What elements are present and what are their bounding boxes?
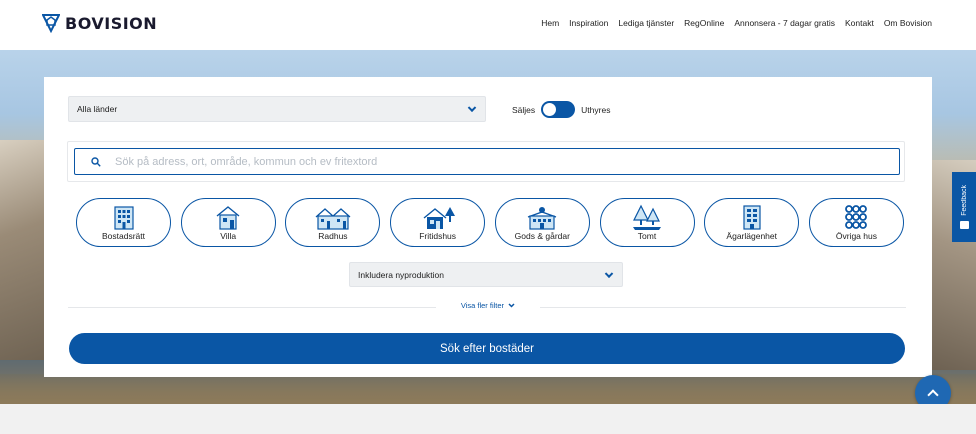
search-input[interactable] (115, 155, 875, 168)
country-select-value: Alla länder (77, 104, 118, 114)
chevron-down-icon (508, 303, 515, 308)
new-production-select-value: Inkludera nyproduktion (358, 269, 445, 280)
nav-item-om-bovision[interactable]: Om Bovision (884, 18, 932, 28)
feedback-label: Feedback (960, 184, 968, 216)
chevron-down-icon (467, 103, 477, 113)
country-select[interactable]: Alla länder (68, 96, 486, 122)
plot-trees-icon (633, 204, 662, 230)
type-label: Gods & gårdar (514, 231, 570, 241)
feedback-icon (959, 221, 969, 230)
logo-text: BOVISION (65, 13, 158, 33)
sale-rent-toggle[interactable] (541, 101, 576, 118)
top-navigation-bar: BOVISION Hem Inspiration Lediga tjänster… (0, 0, 976, 50)
cabin-icon (423, 207, 455, 229)
type-button-villa[interactable]: Villa (180, 198, 276, 247)
bovision-logo[interactable]: BOVISION (42, 13, 157, 33)
type-button-tomt[interactable]: Tomt (599, 198, 695, 247)
type-label: Övriga hus (835, 231, 877, 241)
toggle-label-saljes[interactable]: Säljes (512, 105, 535, 115)
feedback-tab[interactable]: Feedback (952, 172, 976, 242)
toggle-label-uthyres[interactable]: Uthyres (581, 105, 610, 115)
main-nav: Hem Inspiration Lediga tjänster RegOnlin… (541, 18, 932, 28)
apartment-building-icon (113, 206, 134, 230)
chevron-up-icon (927, 389, 939, 401)
villa-house-icon (216, 206, 240, 230)
type-label: Ägarlägenhet (726, 231, 777, 241)
nav-item-inspiration[interactable]: Inspiration (569, 18, 608, 28)
sale-rent-toggle-group: Säljes Uthyres (512, 101, 610, 118)
type-button-gods-gardar[interactable]: Gods & gårdar (494, 198, 590, 247)
search-submit-button[interactable]: Sök efter bostäder (69, 333, 905, 364)
search-icon (91, 157, 101, 167)
owner-apartment-icon (743, 205, 761, 230)
nav-item-regonline[interactable]: RegOnline (684, 18, 724, 28)
townhouse-icon (315, 208, 351, 230)
more-filters-link[interactable]: Visa fler filter (0, 301, 976, 310)
type-label: Villa (220, 231, 237, 241)
type-button-bostadsratt[interactable]: Bostadsrätt (76, 198, 171, 247)
page-bottom-strip (0, 404, 976, 434)
type-button-ovriga-hus[interactable]: Övriga hus (808, 198, 904, 247)
nav-item-kontakt[interactable]: Kontakt (845, 18, 874, 28)
nav-item-hem[interactable]: Hem (541, 18, 559, 28)
other-houses-dots-icon (845, 205, 868, 229)
chevron-down-icon (604, 269, 614, 278)
type-label: Radhus (318, 231, 348, 241)
property-type-selector: Bostadsrätt Villa Radhus Fritidshus Gods… (76, 198, 904, 248)
type-label: Bostadsrätt (102, 231, 145, 241)
nav-item-lediga-tjanster[interactable]: Lediga tjänster (618, 18, 674, 28)
search-box (74, 148, 900, 175)
hero-grass (0, 374, 976, 404)
type-button-fritidshus[interactable]: Fritidshus (390, 198, 486, 247)
nav-item-annonsera[interactable]: Annonsera - 7 dagar gratis (734, 18, 835, 28)
type-button-agarlagenhet[interactable]: Ägarlägenhet (704, 198, 800, 247)
toggle-knob (543, 103, 557, 116)
type-label: Fritidshus (419, 231, 457, 241)
type-label: Tomt (637, 231, 657, 241)
new-production-select[interactable]: Inkludera nyproduktion (349, 262, 623, 287)
manor-icon (528, 207, 557, 230)
type-button-radhus[interactable]: Radhus (285, 198, 381, 247)
more-filters-label: Visa fler filter (460, 301, 505, 310)
logo-icon (42, 14, 60, 33)
